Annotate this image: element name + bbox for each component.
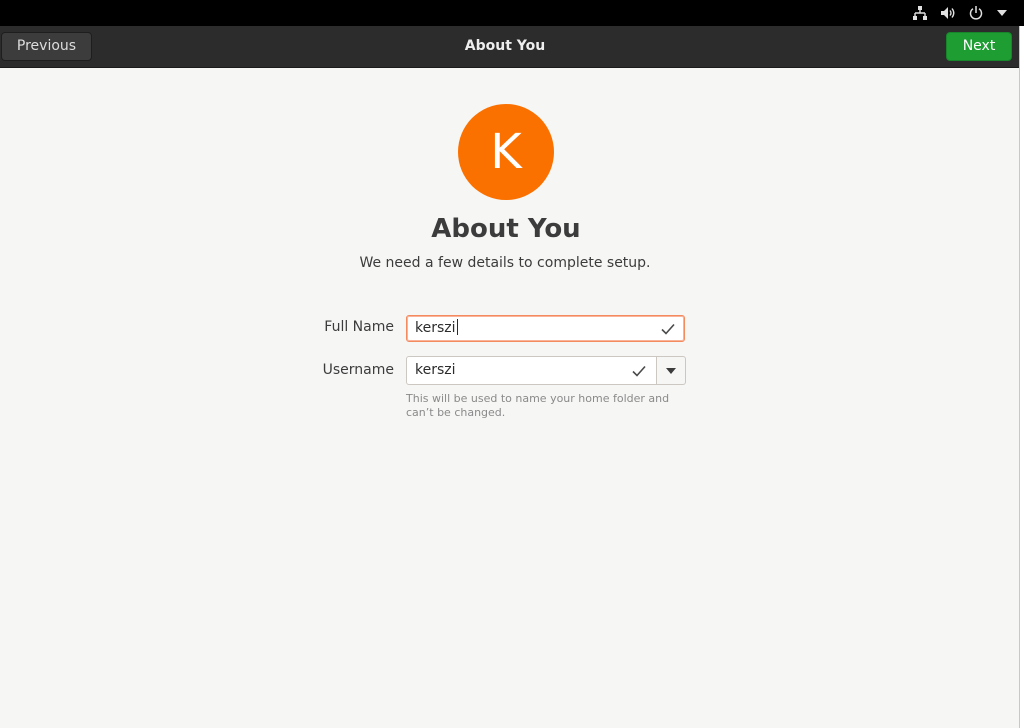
installer-window: Previous About You Next K About You We n…	[0, 26, 1020, 728]
window-title: About You	[464, 38, 546, 54]
username-field[interactable]: kerszi	[406, 356, 657, 385]
network-icon[interactable]	[912, 5, 928, 21]
username-label: Username	[322, 362, 394, 378]
header-bar: Previous About You Next	[0, 26, 1019, 68]
chevron-down-icon	[666, 367, 676, 374]
full-name-value: kerszi	[415, 320, 456, 336]
next-button[interactable]: Next	[946, 32, 1012, 61]
username-hint: This will be used to name your home fold…	[406, 392, 670, 419]
page-subtitle: We need a few details to complete setup.	[359, 255, 651, 271]
full-name-check-icon	[661, 323, 675, 335]
username-value: kerszi	[415, 362, 456, 378]
system-tray	[912, 0, 1008, 26]
full-name-field[interactable]: kerszi	[406, 315, 685, 342]
volume-icon[interactable]	[940, 5, 956, 21]
top-system-bar	[0, 0, 1024, 26]
text-caret	[456, 319, 458, 335]
page-title: About You	[431, 214, 581, 244]
power-icon[interactable]	[968, 5, 984, 21]
username-check-icon	[632, 365, 646, 377]
username-dropdown-button[interactable]	[656, 356, 686, 385]
full-name-label: Full Name	[324, 319, 394, 335]
avatar: K	[458, 104, 554, 200]
menu-arrow-icon[interactable]	[996, 7, 1008, 19]
